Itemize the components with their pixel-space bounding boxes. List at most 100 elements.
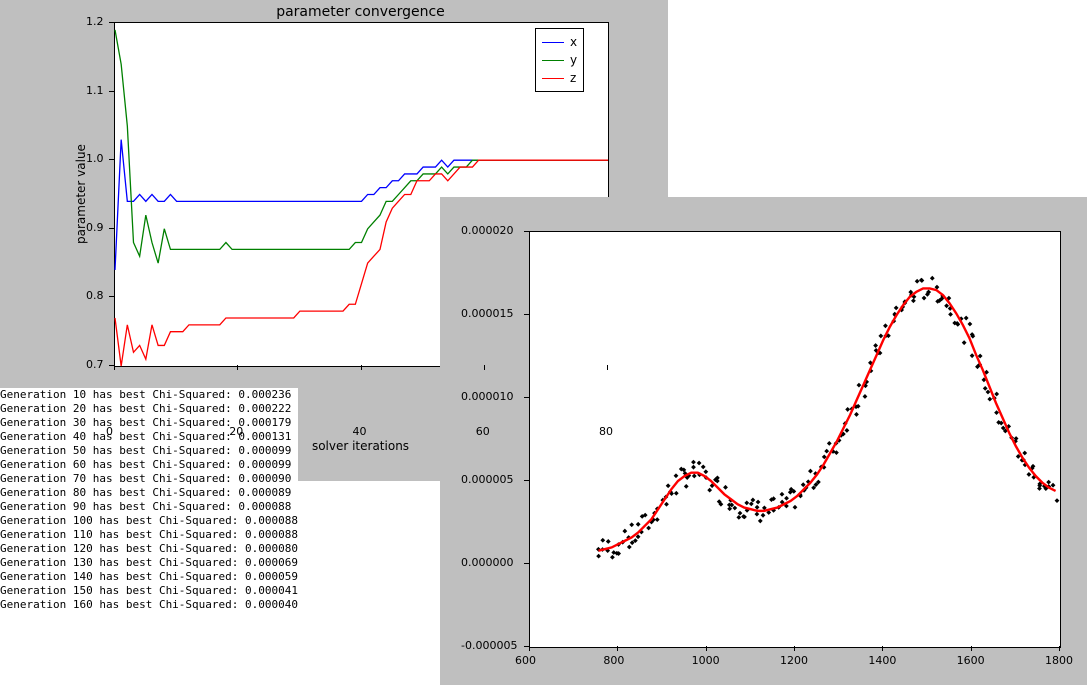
scatter-point — [646, 526, 651, 531]
ytick — [524, 563, 529, 564]
scatter-point — [1027, 472, 1032, 477]
xtick — [361, 365, 362, 370]
scatter-point — [756, 500, 761, 505]
scatter-point — [755, 505, 760, 510]
scatter-point — [655, 517, 660, 522]
scatter-point — [883, 323, 888, 328]
xtick-label: 0 — [106, 425, 113, 438]
plot-1-legend: xyz — [535, 28, 584, 92]
scatter-point — [703, 469, 708, 474]
scatter-point — [610, 555, 615, 560]
plot-2-content — [530, 232, 1060, 647]
ytick — [109, 296, 114, 297]
legend-swatch — [542, 42, 564, 43]
xtick-label: 1600 — [957, 654, 985, 667]
scatter-point — [878, 334, 883, 339]
scatter-point — [964, 316, 969, 321]
scatter-point — [854, 412, 859, 417]
scatter-point — [727, 506, 732, 511]
ytick — [524, 646, 529, 647]
plot-2-axes — [529, 231, 1061, 648]
scatter-point — [754, 512, 759, 517]
scatter-point — [600, 538, 605, 543]
scatter-point — [596, 554, 601, 559]
scatter-point — [629, 522, 634, 527]
scatter-point — [707, 488, 712, 493]
xtick — [617, 646, 618, 651]
scatter-point — [758, 519, 763, 524]
scatter-point — [968, 322, 973, 327]
ytick — [109, 159, 114, 160]
scatter-point — [919, 278, 924, 283]
scatter-point — [736, 515, 741, 520]
ytick-label: 0.9 — [86, 221, 104, 234]
xtick — [484, 365, 485, 370]
scatter-point — [911, 298, 916, 303]
xtick-label: 1400 — [868, 654, 896, 667]
scatter-point — [732, 506, 737, 511]
xtick — [237, 365, 238, 370]
ytick-label: 1.0 — [86, 152, 104, 165]
scatter-point — [824, 449, 829, 454]
scatter-point — [987, 397, 992, 402]
xtick-label: 1000 — [692, 654, 720, 667]
scatter-point — [962, 340, 967, 345]
scatter-point — [784, 496, 789, 501]
scatter-point — [1055, 498, 1060, 503]
scatter-point — [723, 485, 728, 490]
legend-swatch — [542, 78, 564, 79]
ytick-label: -0.000005 — [461, 639, 517, 652]
xtick-label: 40 — [353, 425, 367, 438]
scatter-point — [744, 500, 749, 505]
ytick — [109, 91, 114, 92]
scatter-point — [844, 428, 849, 433]
fit-line — [598, 288, 1055, 550]
ytick-label: 0.000010 — [461, 390, 514, 403]
scatter-point — [845, 407, 850, 412]
ytick-label: 0.000015 — [461, 307, 514, 320]
scatter-point — [948, 312, 953, 317]
scatter-point — [1051, 483, 1056, 488]
scatter-point — [780, 492, 785, 497]
scatter-point — [674, 491, 679, 496]
legend-label: x — [570, 35, 577, 49]
scatter-point — [691, 465, 696, 470]
legend-item: z — [542, 69, 577, 87]
scatter-point — [1046, 480, 1051, 485]
ytick — [524, 480, 529, 481]
scatter-point — [738, 511, 743, 516]
xtick — [1059, 646, 1060, 651]
ytick-label: 0.000000 — [461, 556, 514, 569]
scatter-point — [827, 441, 832, 446]
ytick — [524, 231, 529, 232]
legend-label: z — [570, 71, 576, 85]
xtick-label: 800 — [603, 654, 624, 667]
scatter-point — [808, 469, 813, 474]
legend-item: x — [542, 33, 577, 51]
legend-label: y — [570, 53, 577, 67]
scatter-point — [863, 394, 868, 399]
scatter-point — [691, 460, 696, 465]
ytick-label: 0.7 — [86, 358, 104, 371]
scatter-point — [692, 474, 697, 479]
xtick-label: 20 — [229, 425, 243, 438]
ytick — [109, 228, 114, 229]
ytick-label: 0.8 — [86, 289, 104, 302]
xtick-label: 1800 — [1045, 654, 1073, 667]
scatter-point — [922, 296, 927, 301]
scatter-point — [622, 529, 627, 534]
scatter-point — [666, 483, 671, 488]
scatter-point — [701, 464, 706, 469]
xtick — [794, 646, 795, 651]
xtick — [529, 646, 530, 651]
scatter-point — [873, 343, 878, 348]
scatter-point — [983, 386, 988, 391]
xtick — [706, 646, 707, 651]
plot-1-title: parameter convergence — [114, 4, 607, 20]
ytick — [109, 22, 114, 23]
scatter-point — [970, 353, 975, 358]
xtick — [882, 646, 883, 651]
ytick-label: 1.1 — [86, 84, 104, 97]
scatter-point — [697, 461, 702, 466]
scatter-point — [606, 539, 611, 544]
